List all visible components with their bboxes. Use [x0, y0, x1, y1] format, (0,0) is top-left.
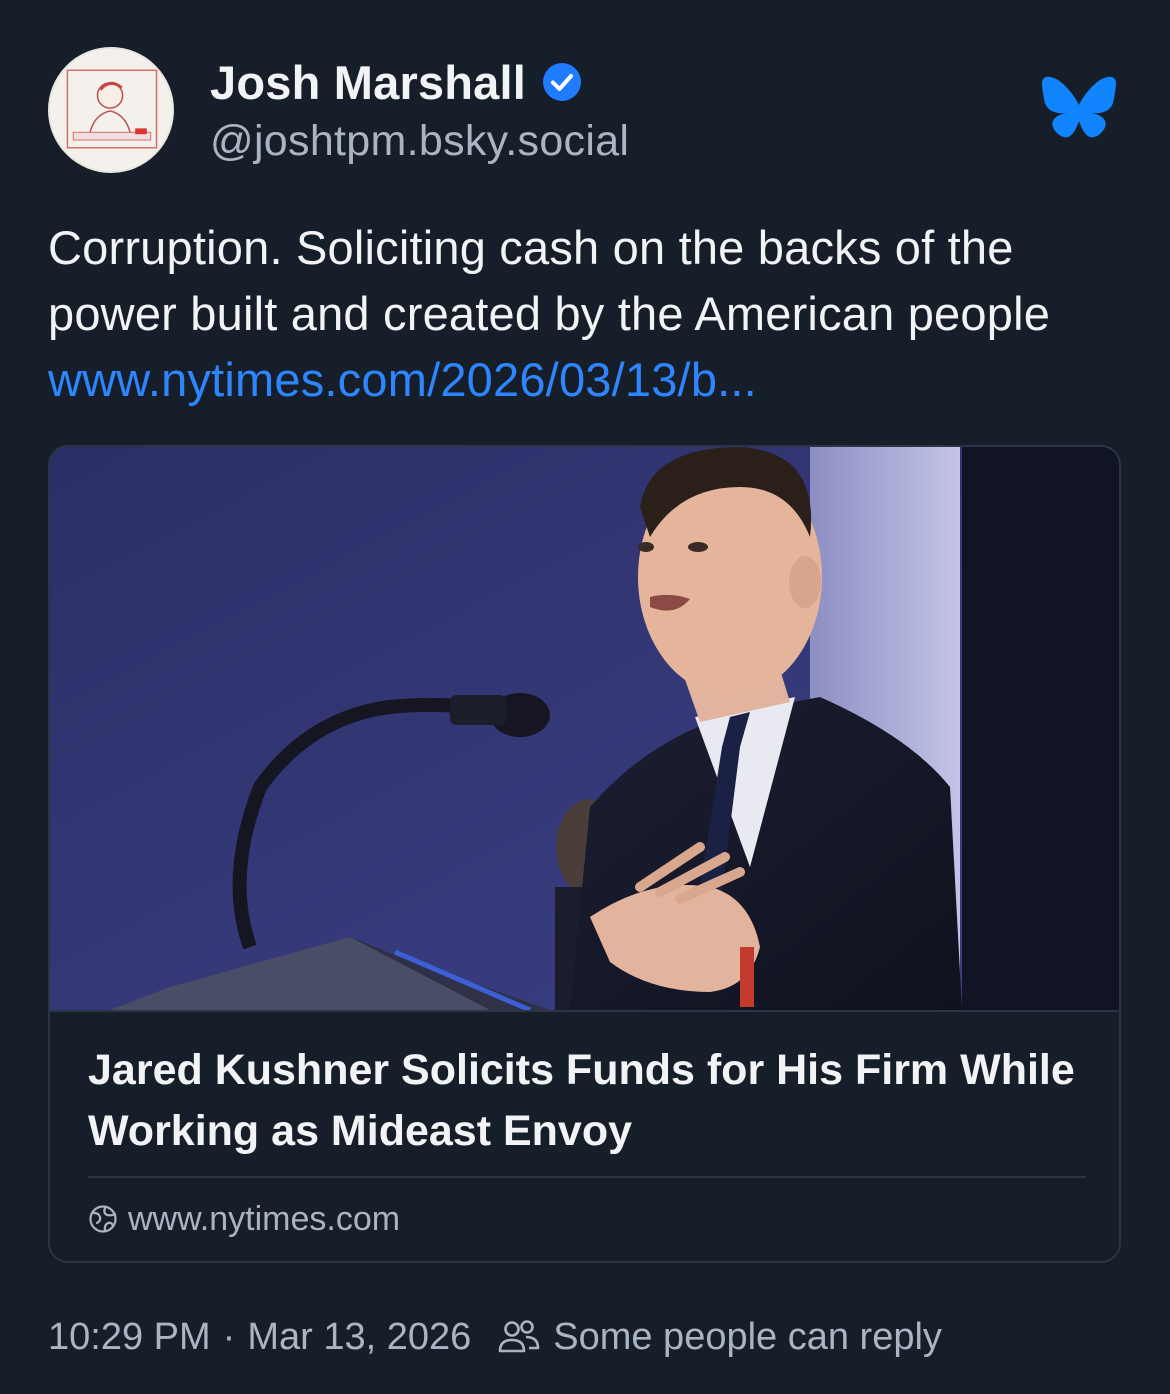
author-name-row[interactable]: Josh Marshall — [210, 52, 582, 112]
post-date: Mar 13, 2026 — [247, 1315, 472, 1358]
author-display-name[interactable]: Josh Marshall — [210, 55, 526, 110]
reply-setting[interactable]: Some people can reply — [497, 1316, 942, 1359]
link-preview-card[interactable]: Jared Kushner Solicits Funds for His Fir… — [48, 445, 1121, 1263]
globe-icon — [89, 1205, 117, 1233]
author-handle[interactable]: @joshtpm.bsky.social — [210, 117, 629, 166]
card-divider — [50, 1010, 1119, 1012]
article-photo — [50, 447, 1119, 1010]
post-text: Corruption. Soliciting cash on the backs… — [48, 221, 1051, 340]
avatar-caricature — [66, 69, 158, 149]
meta-separator: · — [222, 1315, 236, 1358]
people-icon — [498, 1320, 540, 1353]
link-card-domain-text: www.nytimes.com — [128, 1199, 401, 1238]
reply-setting-text: Some people can reply — [553, 1315, 942, 1358]
link-card-domain[interactable]: www.nytimes.com — [88, 1199, 400, 1239]
post-time: 10:29 PM — [48, 1315, 211, 1358]
author-avatar[interactable] — [48, 47, 174, 173]
card-separator — [88, 1176, 1086, 1178]
bluesky-butterfly-icon[interactable] — [1042, 76, 1116, 142]
verified-check-icon — [543, 63, 582, 101]
post-link[interactable]: www.nytimes.com/2026/03/13/b... — [48, 353, 757, 406]
link-card-title[interactable]: Jared Kushner Solicits Funds for His Fir… — [88, 1040, 1088, 1162]
post-body: Corruption. Soliciting cash on the backs… — [48, 215, 1138, 413]
post-meta: 10:29 PM · Mar 13, 2026 Some people can … — [48, 1312, 942, 1362]
post-screen: Josh Marshall @joshtpm.bsky.social Corru… — [0, 0, 1170, 1394]
